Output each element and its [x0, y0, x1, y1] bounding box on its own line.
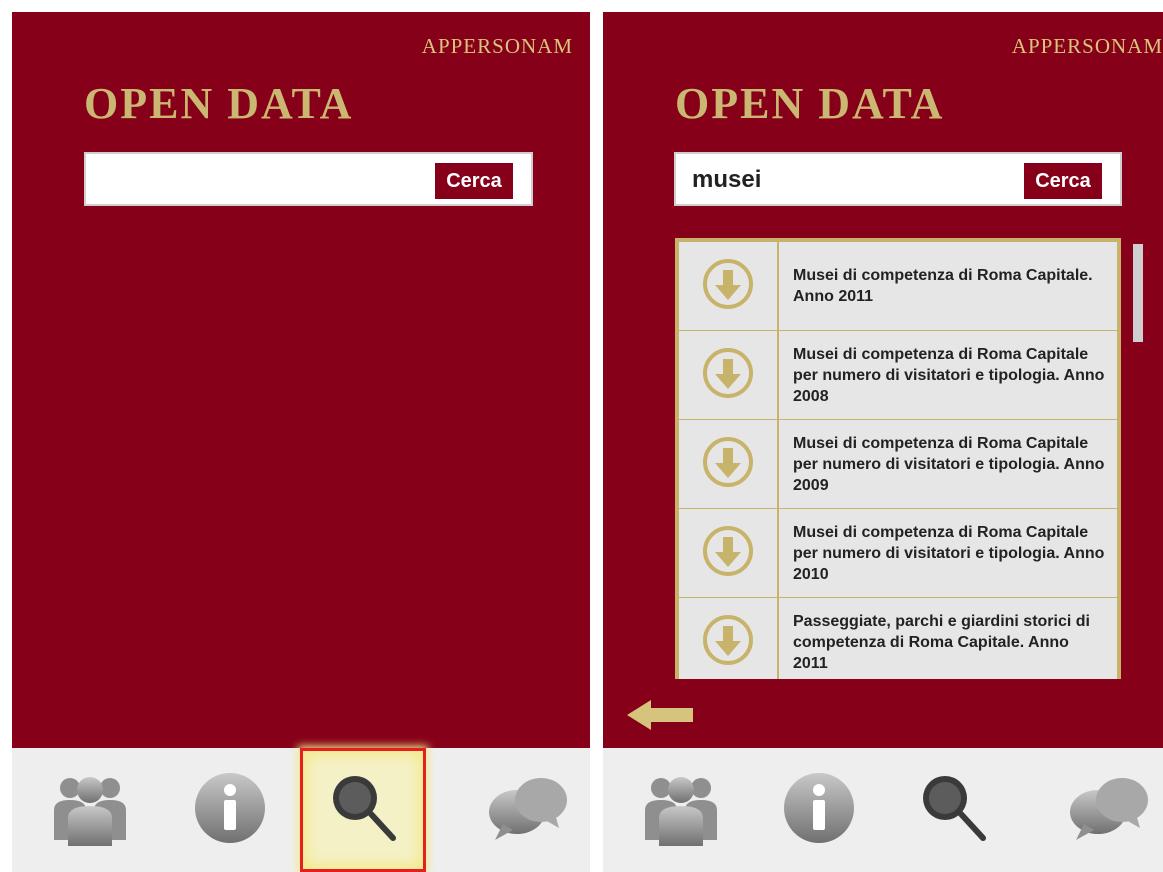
download-button[interactable] — [679, 598, 779, 679]
result-title: Musei di competenza di Roma Capitale. An… — [793, 267, 1093, 305]
list-item[interactable]: Passeggiate, parchi e giardini storici d… — [679, 598, 1117, 679]
users-icon — [50, 768, 130, 853]
search-icon — [913, 768, 993, 853]
tab-users[interactable] — [631, 748, 731, 872]
chat-icon — [1066, 770, 1152, 851]
tab-search[interactable] — [300, 748, 426, 872]
search-bar: Cerca — [674, 152, 1122, 206]
back-button[interactable] — [627, 700, 693, 735]
tab-bar — [603, 748, 1163, 872]
result-title: Musei di competenza di Roma Capitale per… — [793, 345, 1105, 405]
list-item[interactable]: Musei di competenza di Roma Capitale per… — [679, 331, 1117, 419]
download-button[interactable] — [679, 420, 779, 508]
download-button[interactable] — [679, 242, 779, 330]
search-bar: Cerca — [84, 152, 533, 206]
result-title: Passeggiate, parchi e giardini storici d… — [793, 612, 1090, 672]
left-screen: APPERSONAM OPEN DATA Cerca — [12, 12, 590, 872]
search-input[interactable] — [102, 163, 422, 197]
tab-info[interactable] — [180, 748, 280, 872]
list-item[interactable]: Musei di competenza di Roma Capitale per… — [679, 509, 1117, 597]
scrollbar[interactable] — [1133, 244, 1143, 342]
back-arrow-icon — [627, 700, 693, 734]
right-screen: APPERSONAM OPEN DATA Cerca Musei di comp… — [603, 12, 1163, 872]
info-icon — [192, 770, 268, 851]
search-button[interactable]: Cerca — [1024, 163, 1102, 199]
search-icon — [323, 768, 403, 853]
info-icon — [781, 770, 857, 851]
tab-bar — [12, 748, 590, 872]
download-button[interactable] — [679, 509, 779, 597]
search-input[interactable] — [692, 163, 1012, 197]
download-icon — [702, 525, 754, 582]
tab-chat[interactable] — [478, 748, 578, 872]
tab-chat[interactable] — [1059, 748, 1159, 872]
list-item[interactable]: Musei di competenza di Roma Capitale. An… — [679, 242, 1117, 330]
result-title: Musei di competenza di Roma Capitale per… — [793, 523, 1105, 583]
tab-search[interactable] — [903, 748, 1003, 872]
tab-users[interactable] — [40, 748, 140, 872]
page-title: OPEN DATA — [675, 79, 945, 128]
download-icon — [702, 436, 754, 493]
result-title: Musei di competenza di Roma Capitale per… — [793, 434, 1105, 494]
brand-label: APPERSONAM — [1011, 34, 1163, 58]
download-icon — [702, 347, 754, 404]
users-icon — [641, 768, 721, 853]
download-button[interactable] — [679, 331, 779, 419]
download-icon — [702, 258, 754, 315]
list-item[interactable]: Musei di competenza di Roma Capitale per… — [679, 420, 1117, 508]
tab-info[interactable] — [769, 748, 869, 872]
chat-icon — [485, 770, 571, 851]
page-title: OPEN DATA — [84, 79, 354, 128]
brand-label: APPERSONAM — [421, 34, 573, 58]
search-button[interactable]: Cerca — [435, 163, 513, 199]
results-list[interactable]: Musei di competenza di Roma Capitale. An… — [675, 238, 1121, 679]
download-icon — [702, 614, 754, 671]
